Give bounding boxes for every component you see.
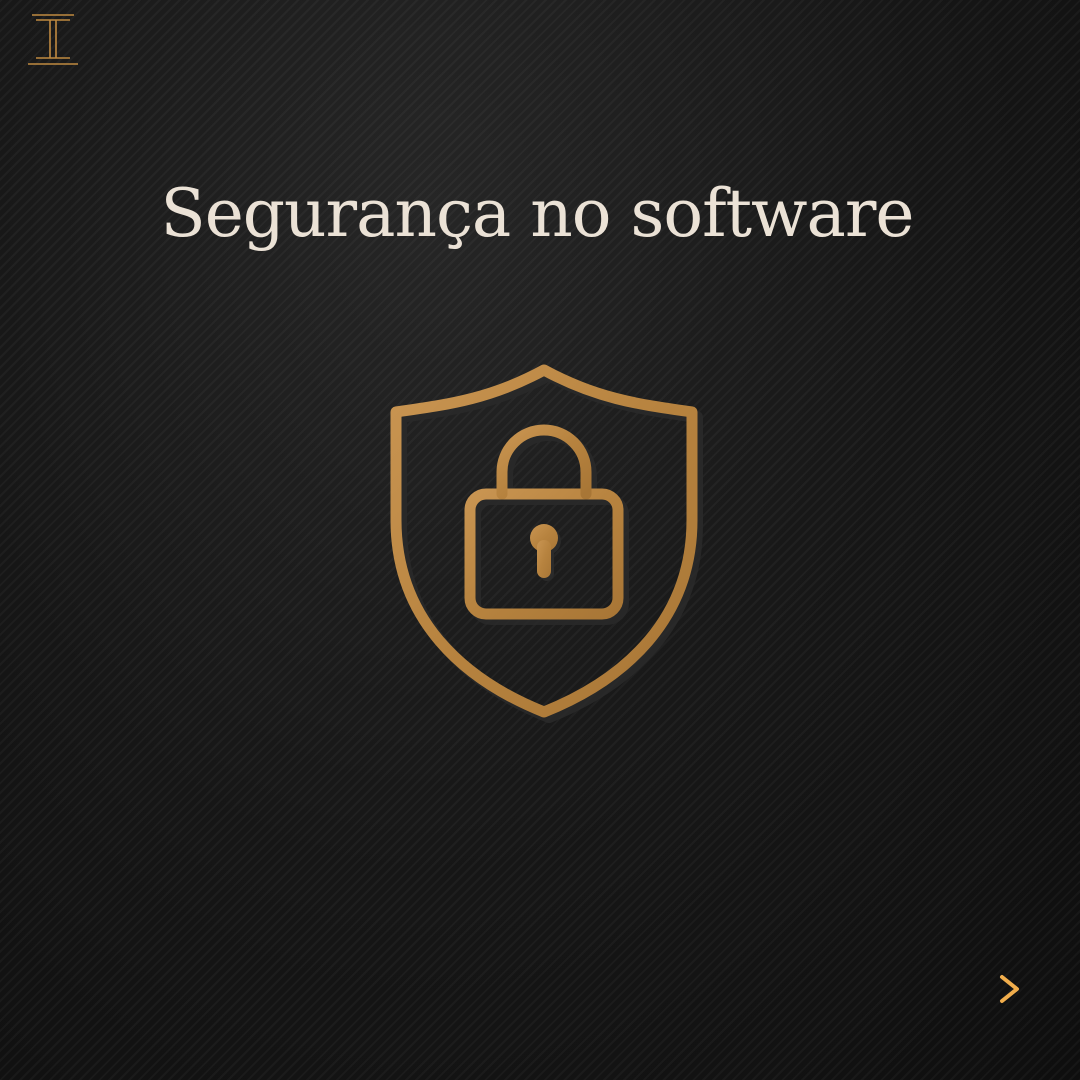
slide-title-text: Segurança no software — [160, 175, 915, 252]
slide-canvas: Segurança no software — [0, 0, 1080, 1080]
brand-logo-icon — [28, 14, 78, 65]
arrow-right-icon[interactable] — [898, 972, 1024, 1006]
shield-padlock-icon — [390, 364, 703, 723]
slide-title: Segurança no software — [0, 175, 1080, 252]
